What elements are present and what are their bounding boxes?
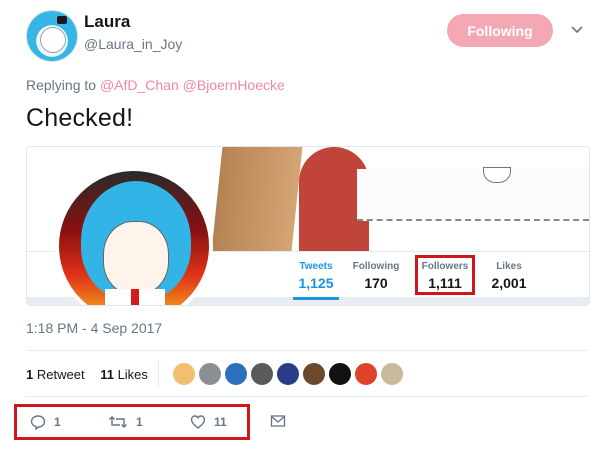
direct-message-button[interactable] [270, 414, 286, 428]
stat-label: Tweets [299, 261, 333, 272]
like-count: 11 [214, 415, 227, 429]
stat-value: 170 [364, 275, 388, 291]
reply-icon [30, 414, 46, 430]
avatar-tie [131, 289, 139, 305]
chevron-down-icon[interactable] [569, 22, 585, 38]
followers-highlight [415, 255, 475, 295]
liker-avatar[interactable] [302, 362, 326, 386]
liker-avatar[interactable] [224, 362, 248, 386]
reply-count: 1 [54, 415, 61, 429]
author-handle[interactable]: @Laura_in_Joy [84, 36, 182, 52]
heart-icon [190, 414, 206, 430]
banner-table [357, 169, 589, 221]
active-tab-underline [293, 297, 339, 300]
following-button[interactable]: Following [447, 14, 553, 47]
retweet-icon [108, 414, 128, 430]
banner-door [211, 147, 303, 251]
liker-avatar[interactable] [172, 362, 196, 386]
stat-likes: Likes 2,001 [483, 261, 535, 291]
replying-to: Replying to @AfD_Chan @BjoernHoecke [26, 77, 285, 93]
divider [26, 396, 588, 397]
likes-label[interactable]: Likes [118, 367, 148, 382]
liker-avatar[interactable] [198, 362, 222, 386]
reply-button[interactable]: 1 [30, 414, 61, 430]
engagement-counts: 1 Retweet 11 Likes [26, 367, 148, 382]
like-button[interactable]: 11 [190, 414, 227, 430]
likers-avatars [172, 362, 404, 386]
liker-avatar[interactable] [276, 362, 300, 386]
divider [26, 350, 588, 351]
replying-prefix: Replying to [26, 77, 97, 93]
mention-link[interactable]: @AfD_Chan [100, 77, 179, 93]
avatar-face [40, 27, 66, 53]
retweet-button[interactable]: 1 [108, 414, 143, 430]
vertical-divider [158, 360, 159, 388]
stat-value: 2,001 [491, 275, 527, 291]
envelope-icon [270, 414, 286, 428]
stat-following: Following 170 [349, 261, 403, 291]
author-name[interactable]: Laura [84, 12, 130, 32]
stat-value: 1,125 [298, 275, 334, 291]
liker-avatar[interactable] [250, 362, 274, 386]
liker-avatar[interactable] [354, 362, 378, 386]
tweet-timestamp[interactable]: 1:18 PM - 4 Sep 2017 [26, 320, 162, 336]
retweet-count: 1 [136, 415, 143, 429]
stat-tweets: Tweets 1,125 [289, 261, 343, 291]
stat-label: Following [352, 261, 400, 272]
likes-count[interactable]: 11 [100, 367, 114, 382]
stat-label: Likes [496, 261, 522, 272]
liker-avatar[interactable] [328, 362, 352, 386]
retweets-label[interactable]: Retweet [37, 367, 85, 382]
retweets-count[interactable]: 1 [26, 367, 33, 382]
liker-avatar[interactable] [380, 362, 404, 386]
attached-image[interactable]: Tweets 1,125 Following 170 Followers 1,1… [26, 146, 590, 306]
author-avatar[interactable] [26, 10, 78, 62]
avatar-bow [57, 16, 67, 24]
avatar-face [103, 221, 169, 295]
tweet-text: Checked! [26, 104, 134, 132]
mention-link[interactable]: @BjoernHoecke [183, 77, 285, 93]
